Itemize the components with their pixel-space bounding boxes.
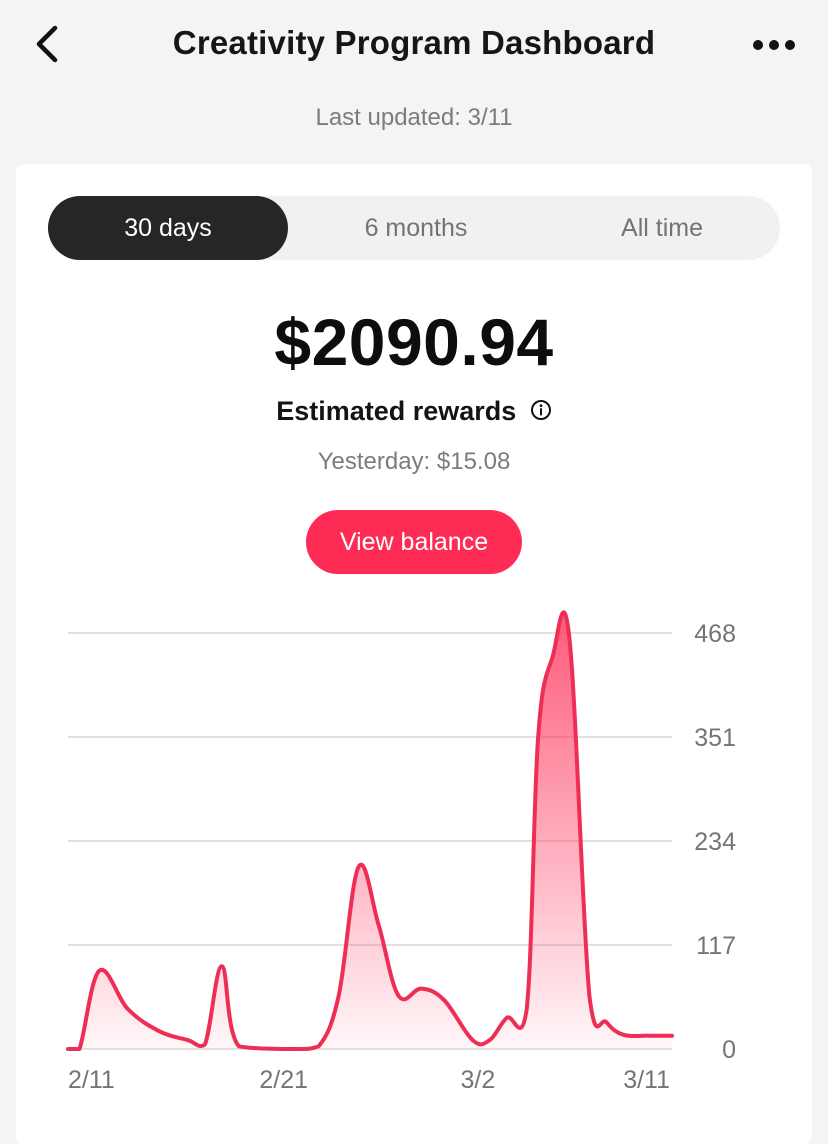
view-balance-button[interactable]: View balance <box>306 510 522 574</box>
page-title: Creativity Program Dashboard <box>172 24 656 61</box>
estimated-rewards-row: Estimated rewards <box>16 396 812 427</box>
period-selector: 30 days 6 months All time <box>48 196 780 260</box>
rewards-card: 30 days 6 months All time $2090.94 Estim… <box>16 164 812 1144</box>
tab-all-time[interactable]: All time <box>544 196 780 260</box>
last-updated-text: Last updated: 3/11 <box>315 104 513 131</box>
yesterday-rewards: Yesterday: $15.08 <box>317 448 511 475</box>
estimated-rewards-label: Estimated rewards <box>276 396 517 426</box>
tab-6-months[interactable]: 6 months <box>288 196 544 260</box>
tab-30-days[interactable]: 30 days <box>48 196 288 260</box>
more-options-button[interactable] <box>750 26 798 64</box>
more-horizontal-icon <box>753 40 795 50</box>
top-bar: Creativity Program Dashboard <box>0 0 828 90</box>
rewards-amount: $2090.94 <box>274 305 554 379</box>
info-circle-icon[interactable] <box>530 399 552 421</box>
